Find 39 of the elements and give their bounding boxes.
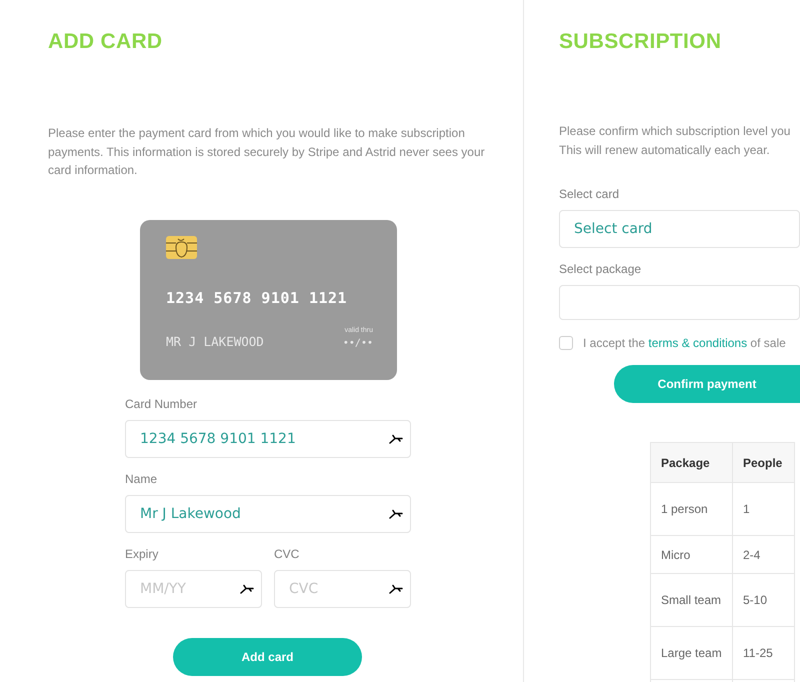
- intro-text: Please enter the payment card from which you would like to make subscription payments. This information is stored securely by Stripe and Astrid never sees your card information.: [48, 125, 486, 179]
- wrench-icon: [389, 508, 403, 518]
- field-label: Expiry: [125, 546, 160, 560]
- intro-text: Please confirm which subscription level you This will renew automatically each year.: [559, 123, 792, 158]
- wrench-icon: [389, 584, 403, 594]
- section-title: ADD CARD: [48, 30, 164, 54]
- table-cell: Small team: [650, 574, 732, 626]
- wrench-icon: [240, 584, 254, 594]
- add-card-button[interactable]: Add card: [173, 638, 362, 676]
- field-label: Name: [125, 472, 158, 486]
- field-label: Card Number: [125, 396, 198, 410]
- cvc-field[interactable]: CVC: [274, 570, 411, 608]
- card-number-field[interactable]: 1234 5678 9101 1121: [125, 420, 411, 458]
- name-field[interactable]: Mr J Lakewood: [125, 494, 411, 532]
- select-card-dropdown[interactable]: Select card: [559, 210, 800, 248]
- column-header: People: [732, 442, 794, 482]
- terms-checkbox[interactable]: [559, 336, 573, 350]
- table-cell: Large team: [650, 626, 732, 680]
- section-title: SUBSCRIPTION: [559, 30, 722, 54]
- table-cell: 5-10: [732, 574, 794, 626]
- card-expiry: ••/••: [342, 338, 373, 348]
- field-label: Select package: [559, 262, 642, 276]
- field-label: CVC: [274, 546, 300, 560]
- chip-icon: [166, 236, 197, 258]
- wrench-icon: [389, 434, 403, 444]
- table-cell: 2-4: [732, 536, 794, 574]
- table-cell: 11-25: [732, 626, 794, 680]
- terms-link[interactable]: terms & conditions: [648, 336, 748, 350]
- table-cell: 1: [732, 482, 794, 536]
- terms-text: I accept the terms & conditions of sale: [583, 336, 786, 350]
- card-holder: MR J LAKEWOOD: [166, 334, 264, 348]
- column-header: Package: [650, 442, 732, 482]
- select-package-dropdown[interactable]: [559, 285, 800, 320]
- card-number: 1234 5678 9101 1121: [166, 288, 348, 306]
- expiry-field[interactable]: MM/YY: [125, 570, 262, 608]
- confirm-payment-button[interactable]: Confirm payment: [614, 365, 800, 403]
- table-cell: 1 person: [650, 482, 732, 536]
- field-label: Select card: [559, 187, 620, 201]
- table-cell: Micro: [650, 536, 732, 574]
